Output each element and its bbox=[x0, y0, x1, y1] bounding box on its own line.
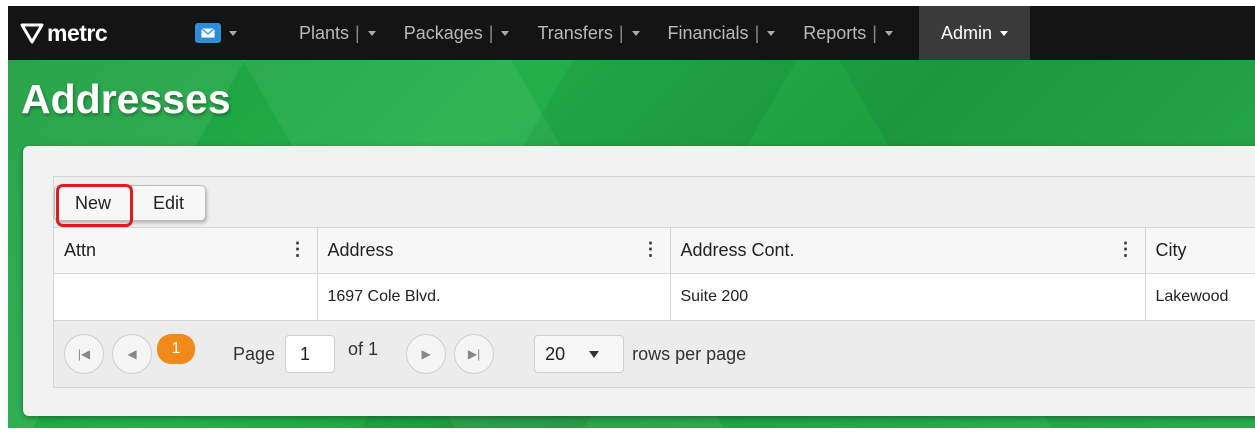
column-header-city[interactable]: City bbox=[1145, 228, 1255, 274]
brand-logo[interactable]: metrc bbox=[8, 20, 180, 47]
nav-separator: | bbox=[754, 22, 760, 43]
nav-financials[interactable]: Financials | bbox=[654, 6, 790, 60]
nav-label: Reports bbox=[803, 22, 867, 43]
page-label: Page bbox=[233, 343, 276, 364]
nav-label: Transfers bbox=[537, 22, 613, 43]
rows-per-page-label: rows per page bbox=[632, 343, 747, 364]
column-label: Address bbox=[327, 240, 394, 260]
column-header-address[interactable]: Address ⋮ bbox=[317, 228, 671, 274]
nav-label: Admin bbox=[940, 22, 992, 43]
page-title: Addresses bbox=[21, 76, 231, 122]
column-menu-icon[interactable]: ⋮ bbox=[289, 240, 307, 258]
chevron-down-icon bbox=[501, 30, 510, 36]
next-page-icon[interactable]: ▶ bbox=[406, 334, 447, 374]
chevron-down-icon bbox=[229, 30, 237, 36]
content-panel: New Edit Attn ⋮ Address ⋮ Address Cont. … bbox=[23, 146, 1255, 416]
nav-separator: | bbox=[488, 22, 494, 43]
app-frame: metrc Plants | Packages | Transfers | Fi… bbox=[8, 6, 1255, 428]
cell-city: Lakewood bbox=[1145, 273, 1255, 321]
cell-attn bbox=[54, 273, 318, 321]
nav-packages[interactable]: Packages | bbox=[390, 6, 524, 60]
column-label: City bbox=[1155, 240, 1187, 260]
column-label: Attn bbox=[64, 240, 97, 260]
cell-address: 1697 Cole Blvd. bbox=[317, 273, 671, 321]
last-page-icon[interactable]: ▶| bbox=[454, 334, 495, 374]
dropdown-arrow-icon bbox=[589, 350, 600, 358]
column-menu-icon[interactable]: ⋮ bbox=[642, 240, 660, 258]
column-header-attn[interactable]: Attn ⋮ bbox=[54, 228, 318, 274]
page-count: of 1 bbox=[348, 338, 379, 359]
rows-per-page-select[interactable]: 20 bbox=[534, 335, 625, 373]
chevron-down-icon bbox=[367, 30, 376, 36]
nav-admin[interactable]: Admin bbox=[918, 6, 1030, 60]
nav-label: Packages bbox=[403, 22, 483, 43]
column-label: Address Cont. bbox=[680, 240, 795, 260]
mail-icon[interactable] bbox=[195, 23, 221, 43]
nav-separator: | bbox=[872, 22, 877, 43]
edit-button[interactable]: Edit bbox=[132, 185, 206, 221]
chevron-down-icon bbox=[1000, 30, 1008, 36]
addresses-grid: New Edit Attn ⋮ Address ⋮ Address Cont. … bbox=[53, 176, 1255, 388]
page-input[interactable] bbox=[285, 335, 336, 373]
chevron-down-icon bbox=[884, 30, 893, 36]
brand-text: metrc bbox=[47, 19, 108, 46]
first-page-icon[interactable]: |◀ bbox=[64, 334, 104, 374]
new-button[interactable]: New bbox=[54, 185, 132, 221]
table-header-row: Attn ⋮ Address ⋮ Address Cont. ⋮ City bbox=[54, 228, 1255, 274]
nav-transfers[interactable]: Transfers | bbox=[523, 6, 653, 60]
nav-label: Financials bbox=[667, 22, 749, 43]
nav-plants[interactable]: Plants | bbox=[285, 6, 390, 60]
prev-page-icon[interactable]: ◀ bbox=[112, 334, 152, 374]
chevron-down-icon bbox=[631, 30, 640, 36]
rows-per-page-value: 20 bbox=[545, 343, 566, 364]
nav-reports[interactable]: Reports | bbox=[789, 6, 907, 60]
messages-menu[interactable] bbox=[195, 23, 285, 43]
pager: |◀ ◀ 1 Page of 1 ▶ ▶| 20 rows per page bbox=[54, 322, 1255, 386]
grid-toolbar: New Edit bbox=[54, 177, 1255, 228]
current-page-badge[interactable]: 1 bbox=[157, 334, 195, 364]
metrc-logo-icon bbox=[20, 23, 44, 44]
nav-label: Plants bbox=[299, 22, 350, 43]
chevron-down-icon bbox=[767, 30, 776, 36]
nav-separator: | bbox=[355, 22, 360, 43]
table-row[interactable]: 1697 Cole Blvd. Suite 200 Lakewood bbox=[54, 273, 1255, 321]
column-header-address-cont[interactable]: Address Cont. ⋮ bbox=[670, 228, 1146, 274]
cell-address-cont: Suite 200 bbox=[670, 273, 1146, 321]
addresses-table: Attn ⋮ Address ⋮ Address Cont. ⋮ City 16… bbox=[54, 228, 1255, 321]
nav-separator: | bbox=[618, 22, 624, 43]
top-navbar: metrc Plants | Packages | Transfers | Fi… bbox=[8, 6, 1255, 60]
column-menu-icon[interactable]: ⋮ bbox=[1117, 240, 1135, 258]
